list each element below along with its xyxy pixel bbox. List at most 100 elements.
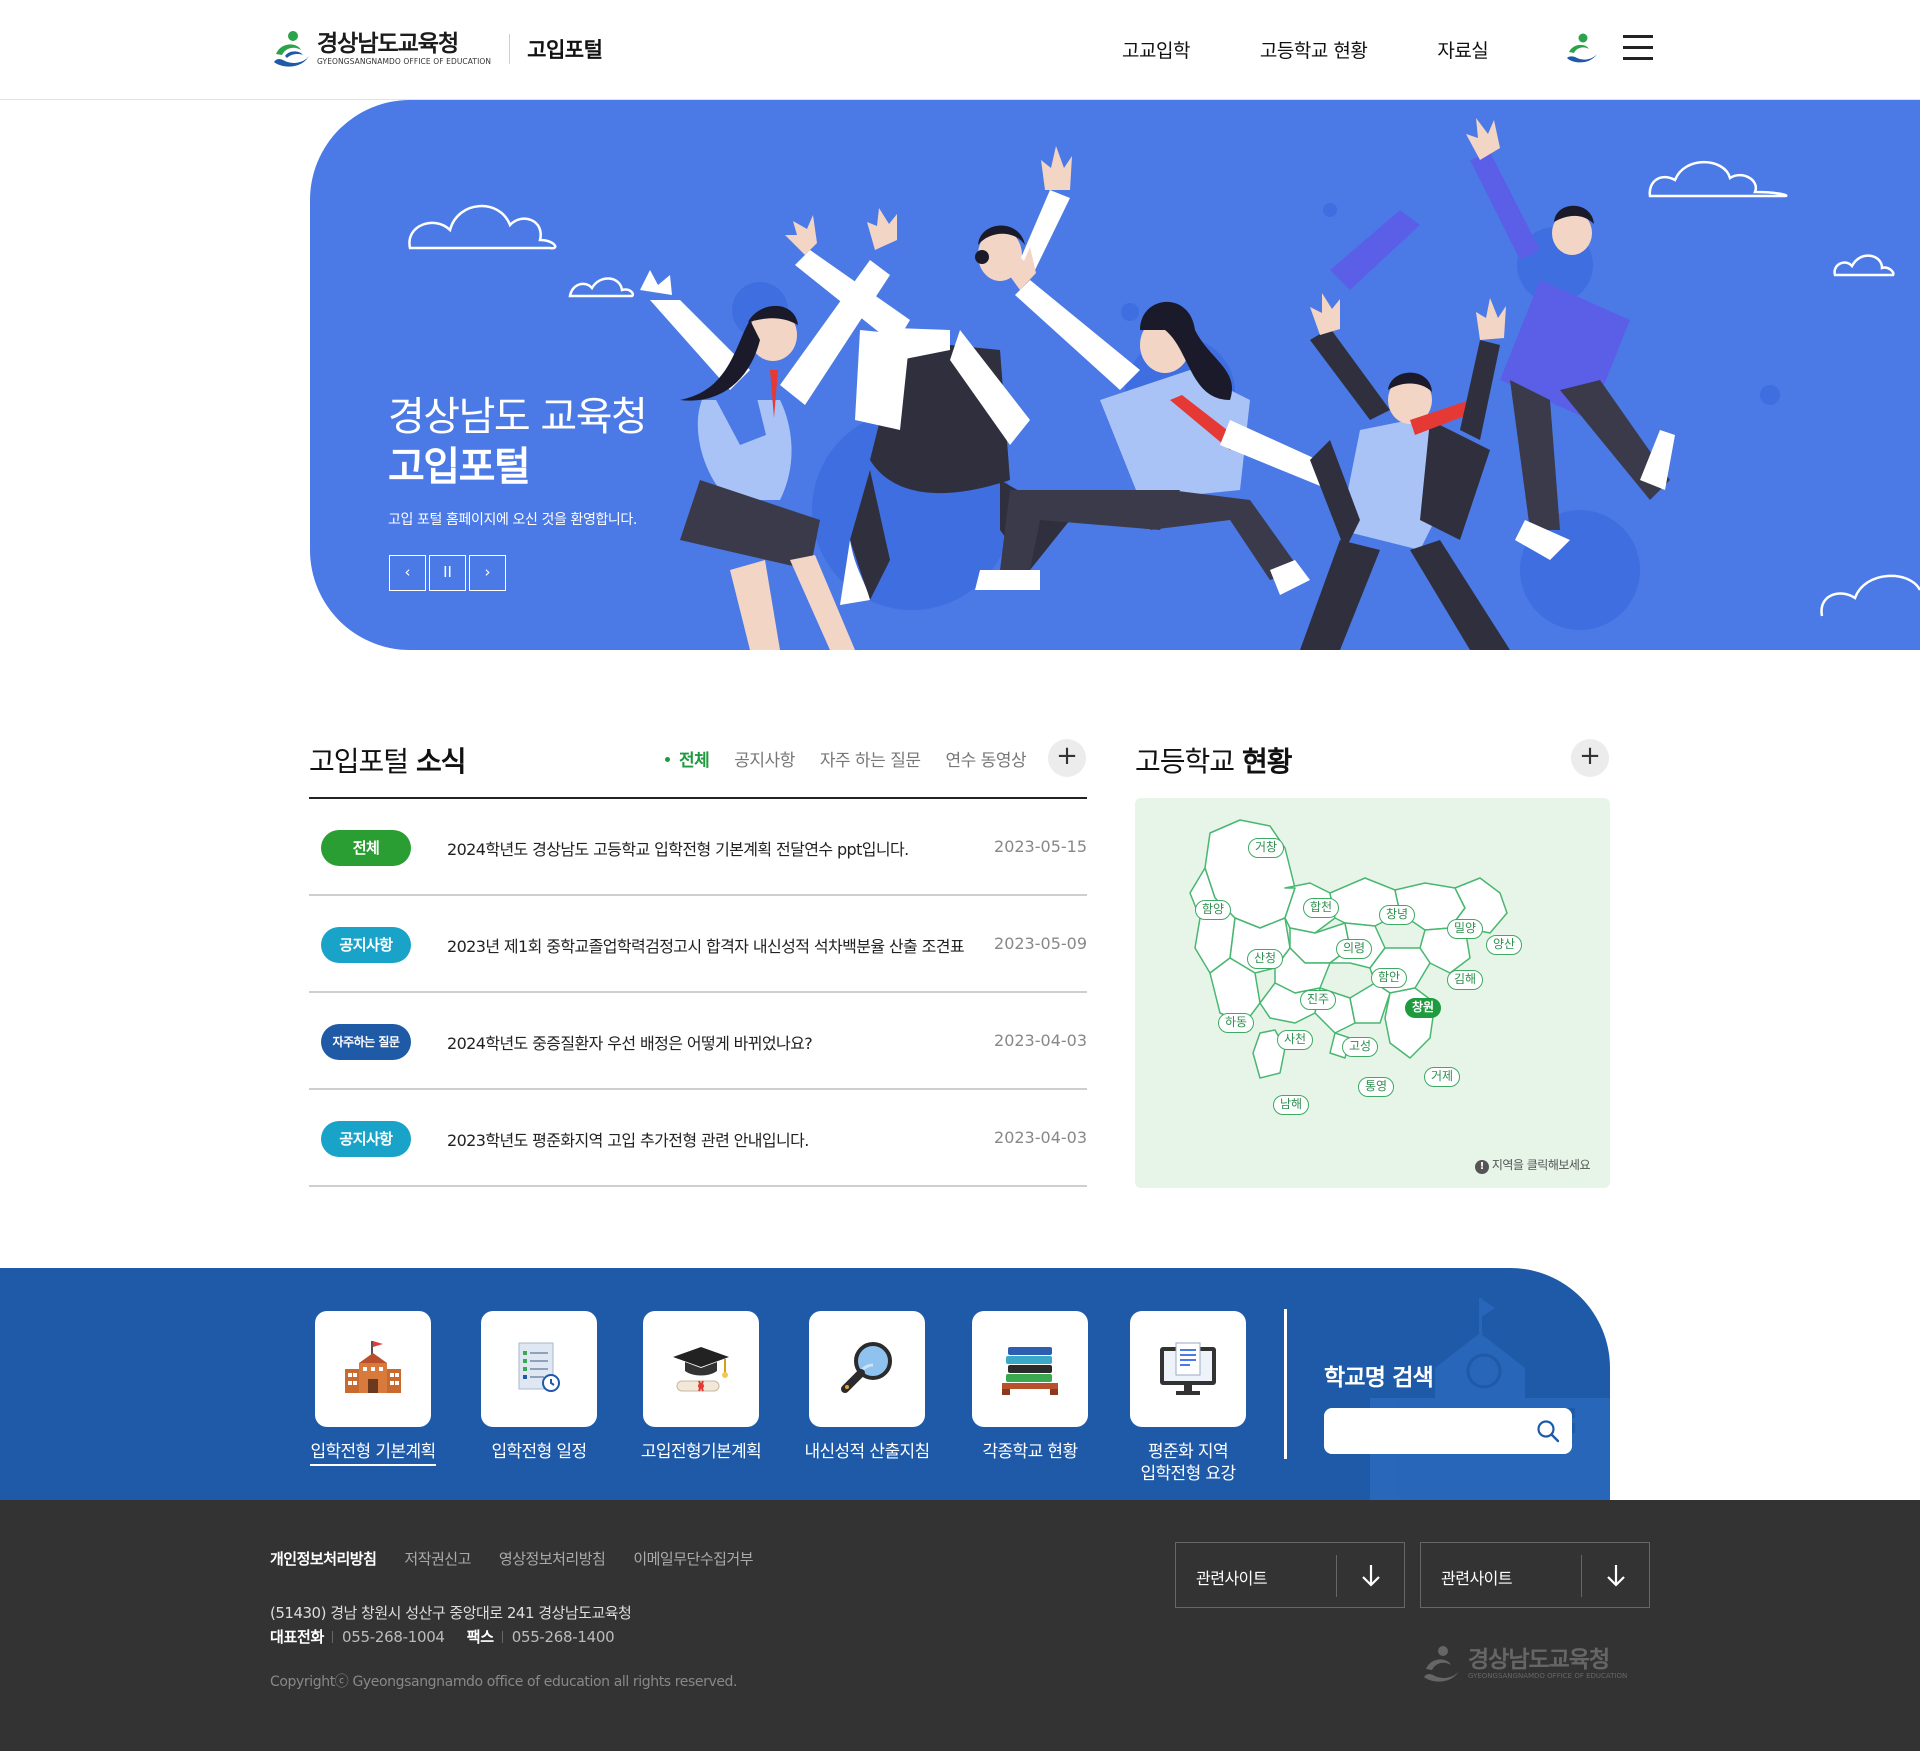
news-item-title[interactable]: 2024학년도 중증질환자 우선 배정은 어떻게 바뀌었나요? xyxy=(447,1030,813,1054)
mascot-logo-icon[interactable] xyxy=(1564,32,1600,66)
news-more-button[interactable]: + xyxy=(1048,739,1086,777)
region-uiryeong[interactable]: 의령 xyxy=(1336,939,1373,959)
quick-high-school-plan[interactable]: 고입전형기본계획 xyxy=(641,1311,762,1463)
region-gimhae[interactable]: 김해 xyxy=(1447,970,1484,990)
main-nav: 고교입학 고등학교 현황 자료실 xyxy=(1122,36,1558,63)
nav-school-status[interactable]: 고등학교 현황 xyxy=(1260,36,1368,63)
news-item-title[interactable]: 2023학년도 평준화지역 고입 추가전형 관련 안내입니다. xyxy=(447,1127,809,1151)
region-goseong[interactable]: 고성 xyxy=(1342,1037,1379,1057)
related-sites-label: 관련사이트 xyxy=(1196,1569,1268,1588)
region-hadong[interactable]: 하동 xyxy=(1218,1013,1255,1033)
news-row[interactable]: 자주하는 질문 2024학년도 중증질환자 우선 배정은 어떻게 바뀌었나요? … xyxy=(309,993,1087,1090)
tel-label: 대표전화 xyxy=(270,1628,325,1646)
tab-training-video[interactable]: 연수 동영상 xyxy=(946,746,1027,771)
hero-title: 경상남도 교육청 고입포털 xyxy=(388,392,648,492)
region-outline-map xyxy=(1189,819,1508,1079)
graduation-cap-icon xyxy=(673,1347,729,1392)
quick-misc-schools[interactable]: 각종학교 현황 xyxy=(972,1311,1088,1463)
news-row[interactable]: 공지사항 2023학년도 평준화지역 고입 추가전형 관련 안내입니다. 202… xyxy=(309,1090,1087,1187)
status-more-button[interactable]: + xyxy=(1571,739,1609,777)
footer-logo-text: 경상남도교육청 GYEONGSANGNAMDO OFFICE OF EDUCAT… xyxy=(1468,1648,1627,1681)
region-namhae[interactable]: 남해 xyxy=(1273,1095,1310,1115)
map-hint-text: 지역을 클릭해보세요 xyxy=(1491,1158,1591,1172)
nav-admission[interactable]: 고교입학 xyxy=(1122,36,1190,63)
footer-address: (51430) 경남 창원시 성산구 중앙대로 241 경상남도교육청 xyxy=(270,1604,632,1622)
quick-icon-box xyxy=(1130,1311,1246,1427)
region-yangsan[interactable]: 양산 xyxy=(1486,935,1523,955)
quick-label: 입학전형 기본계획 xyxy=(285,1441,461,1466)
hero-title-line1: 경상남도 교육청 xyxy=(388,394,648,440)
status-title-light: 고등학교 xyxy=(1135,745,1235,778)
school-search-input[interactable] xyxy=(1324,1408,1524,1454)
school-search-box xyxy=(1324,1408,1572,1454)
news-item-title[interactable]: 2023년 제1회 중학교졸업학력검정고시 합격자 내신성적 석차백분율 산출 … xyxy=(447,933,965,957)
logo-name: 경상남도교육청 xyxy=(317,31,459,57)
region-changnyeong[interactable]: 창녕 xyxy=(1379,905,1416,925)
arrow-down-icon xyxy=(1362,1565,1380,1587)
region-sacheon[interactable]: 사천 xyxy=(1277,1030,1314,1050)
footer-contact: 대표전화 055-268-1004 팩스 055-268-1400 xyxy=(270,1626,615,1647)
footer-link-email-refusal[interactable]: 이메일무단수집거부 xyxy=(633,1548,753,1569)
menu-hamburger-icon[interactable] xyxy=(1623,35,1653,61)
news-category-badge: 공지사항 xyxy=(321,927,411,963)
news-row[interactable]: 공지사항 2023년 제1회 중학교졸업학력검정고시 합격자 내신성적 석차백분… xyxy=(309,896,1087,993)
news-tabs: 전체 공지사항 자주 하는 질문 연수 동영상 xyxy=(665,746,1051,771)
region-haman[interactable]: 함안 xyxy=(1371,968,1408,988)
news-category-badge: 전체 xyxy=(321,830,411,866)
slider-controls: ‹ II › xyxy=(389,555,509,591)
quick-admission-schedule[interactable]: 입학전형 일정 xyxy=(481,1311,597,1463)
quick-icon-box xyxy=(643,1311,759,1427)
region-sancheong[interactable]: 산청 xyxy=(1247,949,1284,969)
quick-equalization-guide[interactable]: 평준화 지역 입학전형 요강 xyxy=(1130,1311,1246,1485)
education-office-logo-icon xyxy=(274,31,309,67)
quick-grade-guide[interactable]: 내신성적 산출지침 xyxy=(804,1311,930,1463)
nav-archive[interactable]: 자료실 xyxy=(1437,36,1488,63)
region-hamyang[interactable]: 함양 xyxy=(1195,900,1232,920)
region-hapcheon[interactable]: 합천 xyxy=(1303,898,1340,918)
slider-next-button[interactable]: › xyxy=(469,555,506,591)
slider-pause-button[interactable]: II xyxy=(429,555,466,591)
footer-link-copyright[interactable]: 저작권신고 xyxy=(404,1548,471,1569)
related-sites-label: 관련사이트 xyxy=(1441,1569,1513,1588)
news-item-title[interactable]: 2024학년도 경상남도 고등학교 입학전형 기본계획 전달연수 ppt입니다. xyxy=(447,836,909,860)
news-section-title: 고입포털 소식 xyxy=(309,740,466,780)
tab-faq[interactable]: 자주 하는 질문 xyxy=(820,746,921,771)
footer-link-privacy[interactable]: 개인정보처리방침 xyxy=(270,1548,377,1569)
quick-divider xyxy=(1284,1309,1287,1459)
footer-logo: 경상남도교육청 GYEONGSANGNAMDO OFFICE OF EDUCAT… xyxy=(1420,1643,1627,1685)
region-geochang[interactable]: 거창 xyxy=(1248,838,1285,858)
books-stack-icon xyxy=(1002,1347,1058,1395)
news-category-badge: 자주하는 질문 xyxy=(321,1024,411,1060)
quick-label: 고입전형기본계획 xyxy=(640,1442,762,1462)
monitor-document-icon xyxy=(1160,1342,1216,1395)
hero-title-line2: 고입포털 xyxy=(388,444,531,490)
news-item-date: 2023-04-03 xyxy=(994,1128,1087,1147)
region-miryang[interactable]: 밀양 xyxy=(1447,919,1484,939)
status-title-bold: 현황 xyxy=(1241,745,1293,778)
portal-name: 고입포털 xyxy=(527,38,603,62)
site-footer: 개인정보처리방침 저작권신고 영상정보처리방침 이메일무단수집거부 (51430… xyxy=(0,1500,1920,1751)
site-logo[interactable]: 경상남도교육청 GYEONGSANGNAMDO OFFICE OF EDUCAT… xyxy=(271,28,603,70)
fax-label: 팩스 xyxy=(466,1628,494,1646)
slider-prev-button[interactable]: ‹ xyxy=(389,555,426,591)
tab-all[interactable]: 전체 xyxy=(665,746,710,771)
region-tongyeong[interactable]: 통영 xyxy=(1358,1077,1395,1097)
related-sites-select-2[interactable]: 관련사이트 xyxy=(1420,1542,1650,1608)
news-title-light: 고입포털 xyxy=(309,745,409,778)
quick-icon-box xyxy=(315,1311,431,1427)
info-icon: ! xyxy=(1474,1160,1489,1174)
related-sites-select-1[interactable]: 관련사이트 xyxy=(1175,1542,1405,1608)
region-changwon[interactable]: 창원 xyxy=(1405,998,1442,1018)
quick-icon-box xyxy=(972,1311,1088,1427)
quick-admission-plan[interactable]: 입학전형 기본계획 xyxy=(310,1311,436,1466)
region-geoje[interactable]: 거제 xyxy=(1424,1067,1461,1087)
region-jinju[interactable]: 진주 xyxy=(1300,990,1337,1010)
site-header: 경상남도교육청 GYEONGSANGNAMDO OFFICE OF EDUCAT… xyxy=(0,0,1920,100)
search-icon[interactable] xyxy=(1536,1419,1560,1443)
news-row[interactable]: 전체 2024학년도 경상남도 고등학교 입학전형 기본계획 전달연수 ppt입… xyxy=(309,799,1087,896)
footer-link-cctv-policy[interactable]: 영상정보처리방침 xyxy=(499,1548,606,1569)
quick-label: 입학전형 일정 xyxy=(491,1442,587,1462)
tab-notice[interactable]: 공지사항 xyxy=(734,746,795,771)
logo-divider xyxy=(509,34,511,64)
school-building-icon xyxy=(345,1341,401,1393)
